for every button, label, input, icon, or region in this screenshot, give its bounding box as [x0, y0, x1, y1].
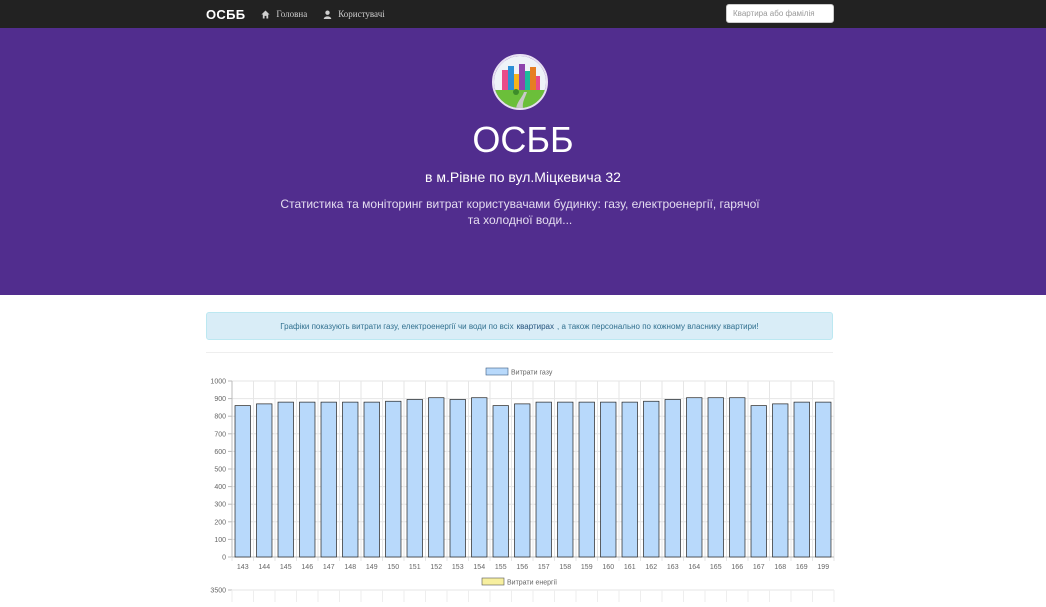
bar	[686, 397, 703, 558]
x-tick-label: 165	[710, 564, 722, 571]
bar	[664, 399, 681, 558]
y-tick-label: 3500	[210, 588, 226, 595]
bar	[256, 403, 273, 558]
user-icon	[323, 10, 332, 19]
bar	[600, 401, 617, 558]
x-tick-label: 161	[624, 564, 636, 571]
bar	[492, 405, 509, 558]
nav-users-link[interactable]: Користувачі	[323, 9, 385, 19]
x-tick-label: 156	[516, 564, 528, 571]
bar	[299, 401, 316, 558]
x-tick-label: 158	[559, 564, 571, 571]
bar	[385, 400, 402, 558]
legend-swatch	[481, 577, 505, 586]
legend-swatch	[485, 367, 509, 376]
bar	[471, 397, 488, 558]
bar	[815, 401, 832, 558]
x-tick-label: 155	[495, 564, 507, 571]
hero-subtitle: в м.Рівне по вул.Міцкевича 32	[425, 169, 621, 185]
hero-description: Статистика та моніторинг витрат користув…	[280, 197, 760, 227]
y-tick-label: 800	[214, 414, 226, 421]
bar	[320, 401, 337, 558]
bar	[557, 401, 574, 558]
nav-home-link[interactable]: Головна	[261, 9, 307, 19]
x-tick-label: 145	[280, 564, 292, 571]
x-tick-label: 163	[667, 564, 679, 571]
y-tick-label: 900	[214, 396, 226, 403]
nav-home-label: Головна	[276, 9, 308, 19]
bar	[750, 405, 767, 558]
charts-area: Витрати газу 0 100 200 300 400 500 600 700 800 900…	[200, 360, 840, 602]
x-tick-label: 147	[323, 564, 335, 571]
x-tick-label: 143	[237, 564, 249, 571]
x-tick-label: 162	[645, 564, 657, 571]
x-tick-label: 144	[258, 564, 270, 571]
x-tick-label: 152	[430, 564, 442, 571]
y-tick-label: 100	[214, 537, 226, 544]
bar	[643, 400, 660, 558]
bar	[621, 401, 638, 558]
bar	[535, 401, 552, 558]
y-tick-label: 200	[214, 519, 226, 526]
charts-svg: Витрати газу 0 100 200 300 400 500 600 700 800 900…	[210, 367, 835, 602]
bar	[578, 401, 595, 558]
bar	[449, 399, 466, 558]
city-logo-icon	[492, 54, 548, 110]
x-tick-label: 166	[731, 564, 743, 571]
x-tick-label: 199	[817, 564, 829, 571]
bar	[729, 397, 746, 558]
bar	[514, 403, 531, 558]
top-navbar: ОСББ Головна Користувачі	[0, 0, 1046, 28]
y-tick-label: 1000	[210, 379, 226, 386]
legend-label: Витрати енергії	[507, 579, 557, 587]
y-tick-label: 400	[214, 484, 226, 491]
x-tick-label: 159	[581, 564, 593, 571]
x-tick-label: 151	[409, 564, 421, 571]
hero-title: ОСББ	[472, 119, 574, 160]
y-tick-label: 600	[214, 449, 226, 456]
y-tick-label: 700	[214, 431, 226, 438]
legend-label: Витрати газу	[511, 370, 553, 377]
x-tick-label: 169	[796, 564, 808, 571]
y-tick-label: 300	[214, 502, 226, 509]
search-input[interactable]	[726, 4, 834, 23]
x-tick-label: 168	[774, 564, 786, 571]
x-tick-label: 167	[753, 564, 765, 571]
apartments-link[interactable]: квартирах	[517, 322, 554, 331]
alert-text-before: Графіки показують витрати газу, електрое…	[280, 321, 514, 331]
x-tick-label: 153	[452, 564, 464, 571]
hero-section: ОСББ в м.Рівне по вул.Міцкевича 32 Стати…	[0, 28, 1046, 295]
nav-users-label: Користувачі	[338, 9, 385, 19]
bar	[277, 401, 294, 558]
alert-text-after: , а також персонально по кожному власник…	[557, 321, 759, 331]
info-alert: Графіки показують витрати газу, електрое…	[206, 312, 833, 340]
bar	[406, 399, 423, 558]
y-tick-label: 0	[222, 555, 226, 562]
bar	[428, 397, 445, 558]
brand-link[interactable]: ОСББ	[206, 7, 245, 22]
x-tick-label: 148	[344, 564, 356, 571]
x-tick-label: 146	[301, 564, 313, 571]
x-tick-label: 154	[473, 564, 485, 571]
y-tick-label: 500	[214, 467, 226, 474]
x-tick-label: 149	[366, 564, 378, 571]
bar	[772, 403, 789, 558]
bar	[363, 401, 380, 558]
bar	[342, 401, 359, 558]
divider	[206, 352, 833, 353]
x-tick-label: 164	[688, 564, 700, 571]
bar	[234, 405, 251, 558]
x-tick-label: 160	[602, 564, 614, 571]
x-tick-label: 150	[387, 564, 399, 571]
bar	[793, 401, 810, 558]
bar	[707, 397, 724, 558]
home-icon	[261, 9, 270, 19]
x-tick-label: 157	[538, 564, 550, 571]
